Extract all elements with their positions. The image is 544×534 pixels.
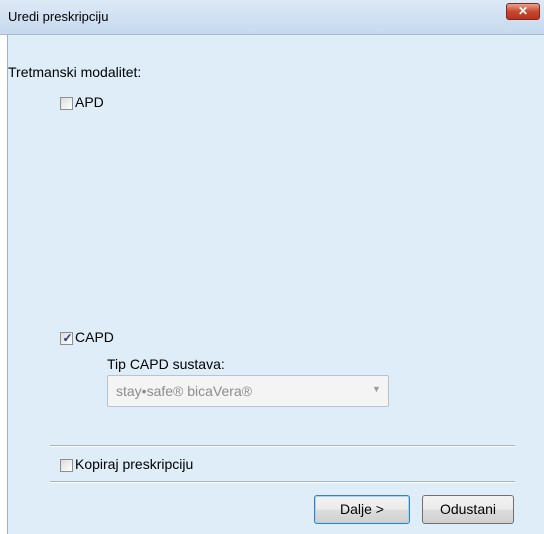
capd-label[interactable]: CAPD	[75, 329, 114, 345]
close-icon: ✕	[517, 4, 529, 18]
capd-system-label: Tip CAPD sustava:	[107, 356, 225, 372]
cancel-button[interactable]: Odustani	[422, 495, 514, 524]
apd-label[interactable]: APD	[75, 94, 104, 110]
separator-top	[50, 445, 515, 447]
capd-checkbox[interactable]: ✓	[60, 331, 73, 345]
dialog-title: Uredi preskripciju	[8, 9, 109, 24]
separator-bottom	[50, 481, 515, 483]
capd-system-select[interactable]: stay•safe® bicaVera® ▼	[107, 375, 389, 407]
capd-system-value: stay•safe® bicaVera®	[116, 383, 253, 399]
edit-prescription-dialog: Uredi preskripciju ✕ Tretmanski modalite…	[0, 0, 544, 534]
title-bar[interactable]: Uredi preskripciju ✕	[0, 0, 544, 35]
modality-label: Tretmanski modalitet:	[8, 64, 142, 80]
close-button[interactable]: ✕	[506, 3, 540, 20]
copy-prescription-label[interactable]: Kopiraj preskripciju	[75, 456, 193, 472]
next-button[interactable]: Dalje >	[314, 495, 410, 524]
apd-checkbox[interactable]	[60, 97, 73, 110]
checkmark-icon: ✓	[62, 331, 73, 345]
chevron-down-icon: ▼	[372, 384, 381, 394]
copy-prescription-checkbox[interactable]	[60, 459, 73, 472]
dialog-body: Tretmanski modalitet: APD ✓ CAPD Tip CAP…	[7, 35, 544, 534]
